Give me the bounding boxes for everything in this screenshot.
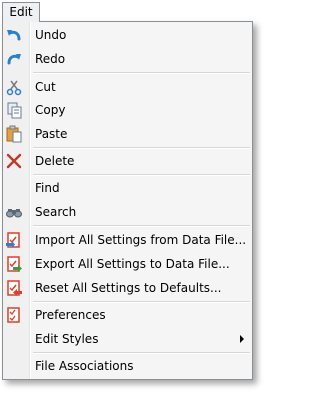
menu-item-undo[interactable]: Undo bbox=[3, 24, 252, 46]
menu-item-label: Search bbox=[35, 205, 77, 219]
menu-item-export-settings[interactable]: Export All Settings to Data File... bbox=[3, 253, 252, 275]
reset-settings-icon bbox=[5, 279, 23, 297]
menu-item-reset-settings[interactable]: Reset All Settings to Defaults... bbox=[3, 277, 252, 299]
cut-icon bbox=[5, 78, 23, 96]
menu-separator bbox=[33, 225, 250, 227]
menu-item-label: Delete bbox=[35, 154, 75, 168]
menu-item-find[interactable]: Find bbox=[3, 177, 252, 199]
copy-icon bbox=[5, 101, 23, 119]
menu-item-label: Export All Settings to Data File... bbox=[35, 257, 230, 271]
menu-item-preferences[interactable]: Preferences bbox=[3, 304, 252, 326]
menu-item-label: Undo bbox=[35, 28, 67, 42]
menu-item-label: Reset All Settings to Defaults... bbox=[35, 281, 222, 295]
menu-separator bbox=[33, 174, 250, 176]
menu-item-edit-styles[interactable]: Edit Styles bbox=[3, 328, 252, 350]
binoculars-icon bbox=[5, 203, 23, 221]
menu-item-label: Paste bbox=[35, 127, 68, 141]
menu-item-copy[interactable]: Copy bbox=[3, 99, 252, 121]
menu-item-paste[interactable]: Paste bbox=[3, 123, 252, 145]
edit-dropdown-menu: Undo Redo Cut Copy Paste Delete Find Sea… bbox=[2, 21, 253, 380]
menu-item-label: Redo bbox=[35, 52, 66, 66]
menu-item-label: Find bbox=[35, 181, 60, 195]
menu-item-label: Edit Styles bbox=[35, 332, 99, 346]
chevron-right-icon bbox=[240, 335, 244, 343]
menu-separator bbox=[33, 301, 250, 303]
preferences-icon bbox=[5, 306, 23, 324]
menu-item-label: Cut bbox=[35, 80, 56, 94]
menu-item-label: Import All Settings from Data File... bbox=[35, 233, 247, 247]
menu-item-redo[interactable]: Redo bbox=[3, 48, 252, 70]
menu-item-label: File Associations bbox=[35, 359, 134, 373]
menu-item-label: Preferences bbox=[35, 308, 106, 322]
menu-item-delete[interactable]: Delete bbox=[3, 150, 252, 172]
edit-menu-title[interactable]: Edit bbox=[2, 2, 40, 22]
import-settings-icon bbox=[5, 231, 23, 249]
menu-item-import-settings[interactable]: Import All Settings from Data File... bbox=[3, 229, 252, 251]
menu-separator bbox=[33, 147, 250, 149]
menu-item-file-associations[interactable]: File Associations bbox=[3, 355, 252, 377]
delete-icon bbox=[5, 152, 23, 170]
menu-item-search[interactable]: Search bbox=[3, 201, 252, 223]
menu-item-cut[interactable]: Cut bbox=[3, 76, 252, 98]
menu-separator bbox=[33, 352, 250, 354]
menu-separator bbox=[33, 72, 250, 74]
export-settings-icon bbox=[5, 255, 23, 273]
paste-icon bbox=[5, 125, 23, 143]
redo-icon bbox=[5, 50, 23, 68]
undo-icon bbox=[5, 26, 23, 44]
menu-item-label: Copy bbox=[35, 103, 66, 117]
